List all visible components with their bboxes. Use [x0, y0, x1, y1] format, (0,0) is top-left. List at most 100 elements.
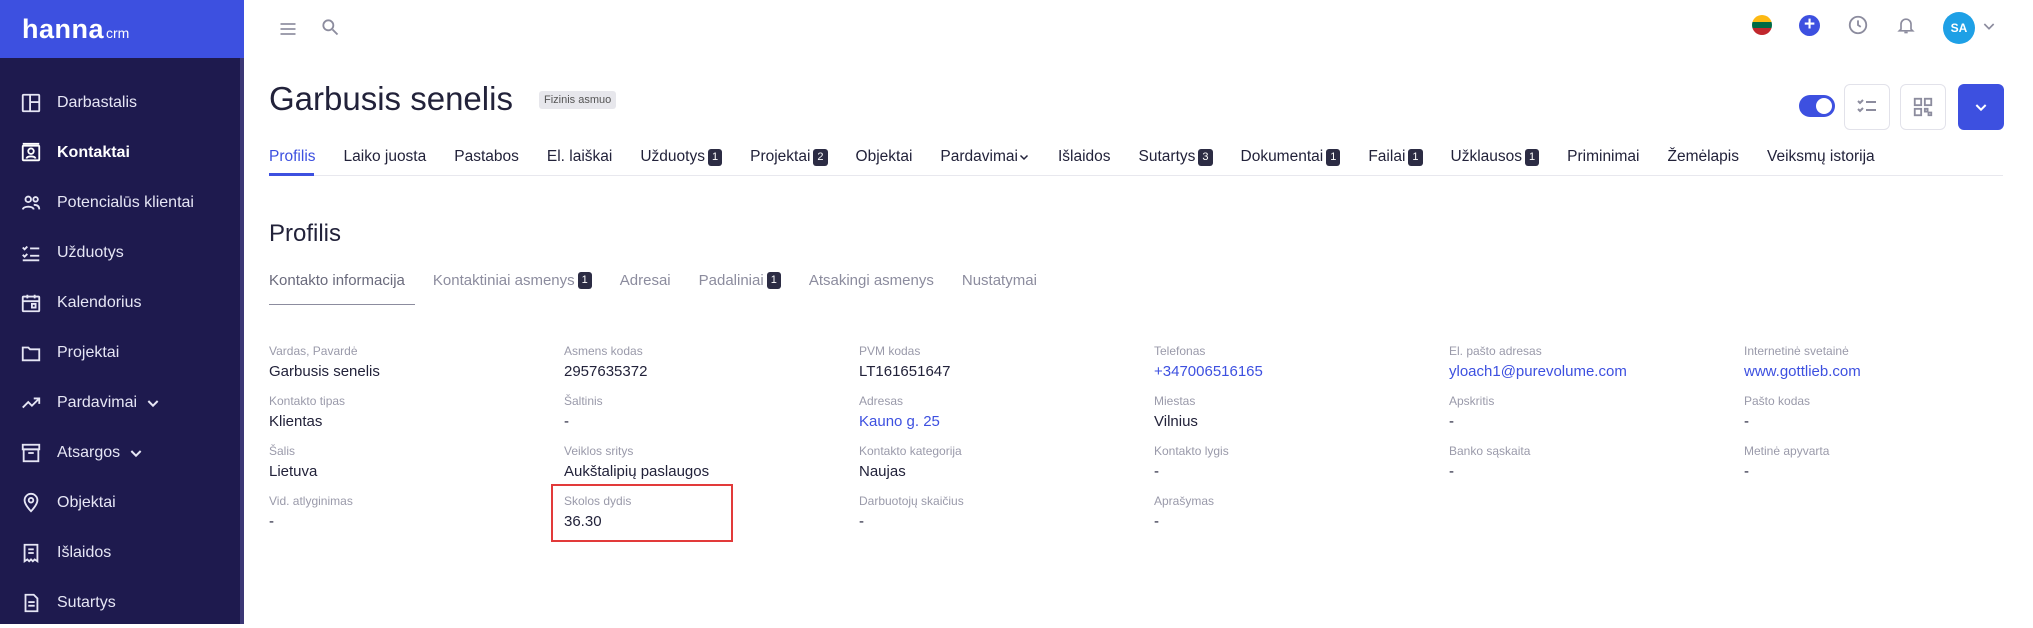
- sidebar-item-label: Kontaktai: [57, 144, 130, 161]
- field-apskritis: Apskritis -: [1449, 394, 1679, 431]
- field-label: Kontakto lygis: [1154, 444, 1229, 458]
- trending-icon: [22, 397, 41, 409]
- sidebar-item-atsargos[interactable]: Atsargos: [0, 428, 240, 478]
- sidebar-scrollbar[interactable]: [240, 58, 244, 624]
- field-value: -: [1154, 463, 1159, 480]
- tabs-divider: [269, 175, 2003, 176]
- tab-label: Objektai: [855, 148, 913, 165]
- field-value: LT161651647: [859, 363, 951, 380]
- user-menu-toggle[interactable]: [1981, 18, 1997, 34]
- subtab-padaliniai[interactable]: Padaliniai 1: [699, 272, 781, 289]
- tab-objektai[interactable]: Objektai: [856, 146, 913, 168]
- sidebar-item-potencialus-klientai[interactable]: Potencialūs klientai: [0, 178, 240, 228]
- field-value: -: [1449, 463, 1454, 480]
- tab-label: Užduotys: [640, 148, 705, 165]
- view-toggle[interactable]: [1799, 95, 1835, 117]
- sidebar-item-pardavimai[interactable]: Pardavimai: [0, 378, 240, 428]
- field-label: Metinė apyvarta: [1744, 444, 1830, 458]
- field-value: Naujas: [859, 463, 906, 480]
- tab-profilis[interactable]: Profilis: [269, 146, 316, 168]
- logo-sub: crm: [106, 25, 130, 41]
- receipt-icon: [23, 543, 39, 563]
- tab-uzklausos[interactable]: Užklausos 1: [1451, 146, 1540, 168]
- email-link[interactable]: yloach1@purevolume.com: [1449, 363, 1679, 381]
- sidebar-item-label: Atsargos: [57, 444, 121, 461]
- sidebar-item-uzduotys[interactable]: Užduotys: [0, 228, 240, 278]
- field-darbuotoju-skaicius: Darbuotojų skaičius -: [859, 494, 1089, 531]
- checklist-button[interactable]: [1844, 84, 1890, 130]
- sub-tabs: Kontakto informacija Kontaktiniai asmeny…: [269, 272, 1065, 289]
- search-icon: [322, 19, 339, 36]
- sidebar-item-label: Išlaidos: [57, 544, 112, 561]
- sidebar-item-islaidos[interactable]: Išlaidos: [0, 528, 240, 578]
- field-metine-apyvarta: Metinė apyvarta -: [1744, 444, 1974, 481]
- tab-el-laiskai[interactable]: El. laiškai: [547, 146, 612, 168]
- sidebar-item-kontaktai[interactable]: Kontaktai: [0, 128, 240, 178]
- tab-priminimai[interactable]: Priminimai: [1567, 146, 1639, 168]
- tab-label: Projektai: [750, 148, 811, 165]
- phone-link[interactable]: +347006516165: [1154, 363, 1384, 381]
- tab-label: Dokumentai: [1240, 148, 1324, 165]
- tab-projektai[interactable]: Projektai 2: [750, 146, 828, 168]
- field-label: Darbuotojų skaičius: [859, 494, 964, 508]
- menu-toggle-button[interactable]: [276, 17, 300, 41]
- sidebar-item-kalendorius[interactable]: Kalendorius: [0, 278, 240, 328]
- tab-sutartys[interactable]: Sutartys 3: [1139, 146, 1213, 168]
- avatar[interactable]: SA: [1943, 12, 1975, 44]
- tab-pardavimai[interactable]: Pardavimai: [940, 146, 1030, 168]
- field-label: Kontakto tipas: [269, 394, 346, 408]
- field-label: Šaltinis: [564, 394, 603, 408]
- field-label: Šalis: [269, 444, 296, 458]
- sidebar-item-label: Kalendorius: [57, 294, 142, 311]
- contact-type-badge: Fizinis asmuo: [539, 91, 617, 109]
- sidebar-item-objektai[interactable]: Objektai: [0, 478, 240, 528]
- actions-dropdown-button[interactable]: [1958, 84, 2004, 130]
- tab-islaidos[interactable]: Išlaidos: [1058, 146, 1111, 168]
- website-link[interactable]: www.gottlieb.com: [1744, 363, 1974, 381]
- address-link[interactable]: Kauno g. 25: [859, 413, 1089, 431]
- main-tabs: Profilis Laiko juosta Pastabos El. laišk…: [269, 146, 1903, 168]
- add-new-button[interactable]: +: [1799, 15, 1820, 36]
- subtab-kontakto-informacija[interactable]: Kontakto informacija: [269, 272, 405, 289]
- field-label: Aprašymas: [1154, 494, 1215, 508]
- field-label: Pašto kodas: [1744, 394, 1811, 408]
- subtab-kontaktiniai-asmenys[interactable]: Kontaktiniai asmenys 1: [433, 272, 592, 289]
- tab-uzduotys[interactable]: Užduotys 1: [640, 146, 723, 168]
- sidebar-item-sutartys[interactable]: Sutartys: [0, 578, 240, 628]
- tab-dokumentai[interactable]: Dokumentai 1: [1241, 146, 1341, 168]
- tab-zemelapis[interactable]: Žemėlapis: [1667, 146, 1739, 168]
- field-value: 2957635372: [564, 363, 648, 380]
- sidebar: hanna crm Darbastalis Kontaktai Potencia…: [0, 0, 244, 624]
- logo[interactable]: hanna: [22, 14, 104, 45]
- qr-code-button[interactable]: [1900, 84, 1946, 130]
- field-kontakto-tipas: Kontakto tipas Klientas: [269, 394, 499, 431]
- contacts-icon: [21, 142, 41, 162]
- sidebar-item-projektai[interactable]: Projektai: [0, 328, 240, 378]
- sidebar-item-darbastalis[interactable]: Darbastalis: [0, 78, 240, 128]
- tab-pastabos[interactable]: Pastabos: [454, 146, 519, 168]
- time-tracking-button[interactable]: [1846, 13, 1870, 37]
- notifications-button[interactable]: [1894, 13, 1918, 37]
- subtab-atsakingi-asmenys[interactable]: Atsakingi asmenys: [809, 272, 934, 289]
- section-title: Profilis: [269, 220, 342, 247]
- subtab-nustatymai[interactable]: Nustatymai: [962, 272, 1037, 289]
- count-badge: 1: [1408, 148, 1423, 166]
- tasks-icon: [22, 245, 40, 262]
- language-flag-icon[interactable]: [1752, 15, 1772, 35]
- field-label: Miestas: [1154, 394, 1196, 408]
- search-button[interactable]: [318, 15, 342, 39]
- count-badge: 1: [1326, 148, 1341, 166]
- field-label: Vid. atlyginimas: [269, 494, 353, 508]
- field-label: Kontakto kategorija: [859, 444, 962, 458]
- subtab-label: Adresai: [619, 272, 671, 289]
- field-salis: Šalis Lietuva: [269, 444, 499, 481]
- tab-label: Failai: [1368, 148, 1406, 165]
- tab-label: Sutartys: [1138, 148, 1196, 165]
- field-miestas: Miestas Vilnius: [1154, 394, 1384, 431]
- subtab-adresai[interactable]: Adresai: [620, 272, 671, 289]
- field-value: -: [564, 413, 569, 430]
- tab-laiko-juosta[interactable]: Laiko juosta: [344, 146, 427, 168]
- tab-veiksmu-istorija[interactable]: Veiksmų istorija: [1767, 146, 1875, 168]
- location-pin-icon: [23, 492, 39, 513]
- tab-failai[interactable]: Failai 1: [1368, 146, 1423, 168]
